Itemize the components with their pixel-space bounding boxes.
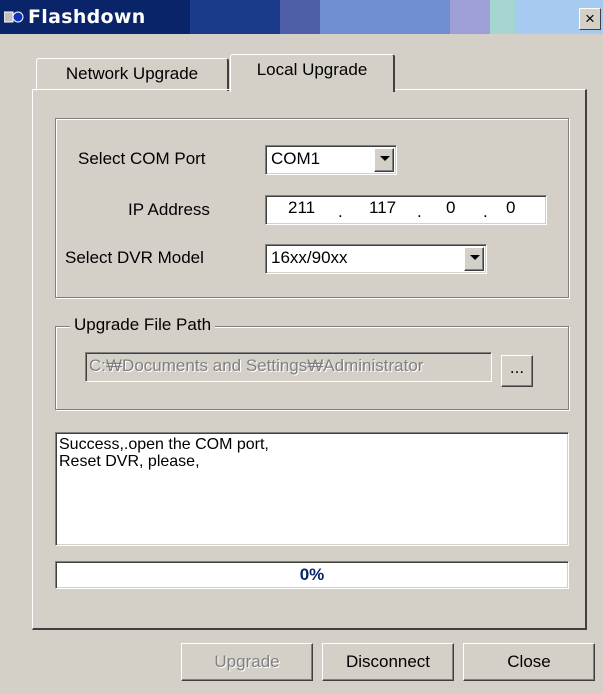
dvr-model-label: Select DVR Model: [65, 248, 204, 267]
title-bar-gradient: [190, 0, 280, 34]
title-bar-gradient: [450, 0, 490, 34]
log-line: Reset DVR, please,: [59, 453, 200, 470]
close-icon: ×: [585, 9, 595, 28]
ip-address-label: IP Address: [128, 200, 210, 219]
dvr-model-value: 16xx/90xx: [271, 248, 348, 267]
chevron-down-icon: [380, 156, 390, 161]
tab-label: Local Upgrade: [256, 60, 368, 79]
browse-button[interactable]: ...: [501, 355, 533, 387]
ip-octet-1[interactable]: 211: [288, 198, 315, 218]
progress-label: 0%: [299, 565, 325, 584]
upgrade-file-path-value: C:₩Documents and Settings₩Administrator: [89, 356, 424, 375]
com-port-dropdown-button[interactable]: [374, 148, 394, 172]
com-port-label: Select COM Port: [78, 149, 206, 168]
log-line: Success,.open the COM port,: [59, 436, 269, 453]
disconnect-button-label: Disconnect: [345, 652, 431, 671]
disconnect-button[interactable]: Disconnect: [322, 643, 454, 681]
ip-octet-4[interactable]: 0: [506, 198, 515, 218]
ip-octet-2[interactable]: 117: [369, 198, 396, 218]
upgrade-button-label: Upgrade: [214, 652, 280, 671]
ip-dot: .: [338, 202, 343, 221]
close-button-label: Close: [507, 652, 551, 671]
chevron-down-icon: [470, 255, 480, 260]
window-title: Flashdown: [28, 6, 146, 28]
tab-local-upgrade[interactable]: Local Upgrade: [230, 54, 395, 92]
tab-label: Network Upgrade: [65, 64, 199, 83]
ip-address-field[interactable]: 211 . 117 . 0 . 0: [265, 195, 547, 225]
app-icon: [4, 11, 24, 23]
title-bar-gradient: [320, 0, 450, 34]
upgrade-file-legend: Upgrade File Path: [70, 315, 216, 335]
browse-label: ...: [509, 358, 525, 377]
title-bar-gradient: [280, 0, 320, 34]
com-port-select[interactable]: COM1: [265, 145, 397, 175]
log-box[interactable]: Success,.open the COM port, Reset DVR, p…: [55, 432, 569, 546]
upgrade-button[interactable]: Upgrade: [181, 643, 313, 681]
com-port-value: COM1: [271, 149, 321, 168]
window-close-button[interactable]: ×: [579, 8, 601, 30]
tab-network-upgrade[interactable]: Network Upgrade: [36, 58, 229, 91]
title-bar-gradient: [490, 0, 515, 34]
close-button[interactable]: Close: [463, 643, 595, 681]
ip-dot: .: [417, 202, 422, 221]
dvr-model-dropdown-button[interactable]: [464, 247, 484, 271]
title-bar: Flashdown ×: [0, 0, 603, 34]
ip-dot: .: [483, 202, 488, 221]
dvr-model-select[interactable]: 16xx/90xx: [265, 244, 487, 274]
progress-bar: 0%: [55, 561, 569, 589]
ip-octet-3[interactable]: 0: [446, 198, 455, 218]
upgrade-file-path-field[interactable]: C:₩Documents and Settings₩Administrator: [85, 352, 492, 382]
